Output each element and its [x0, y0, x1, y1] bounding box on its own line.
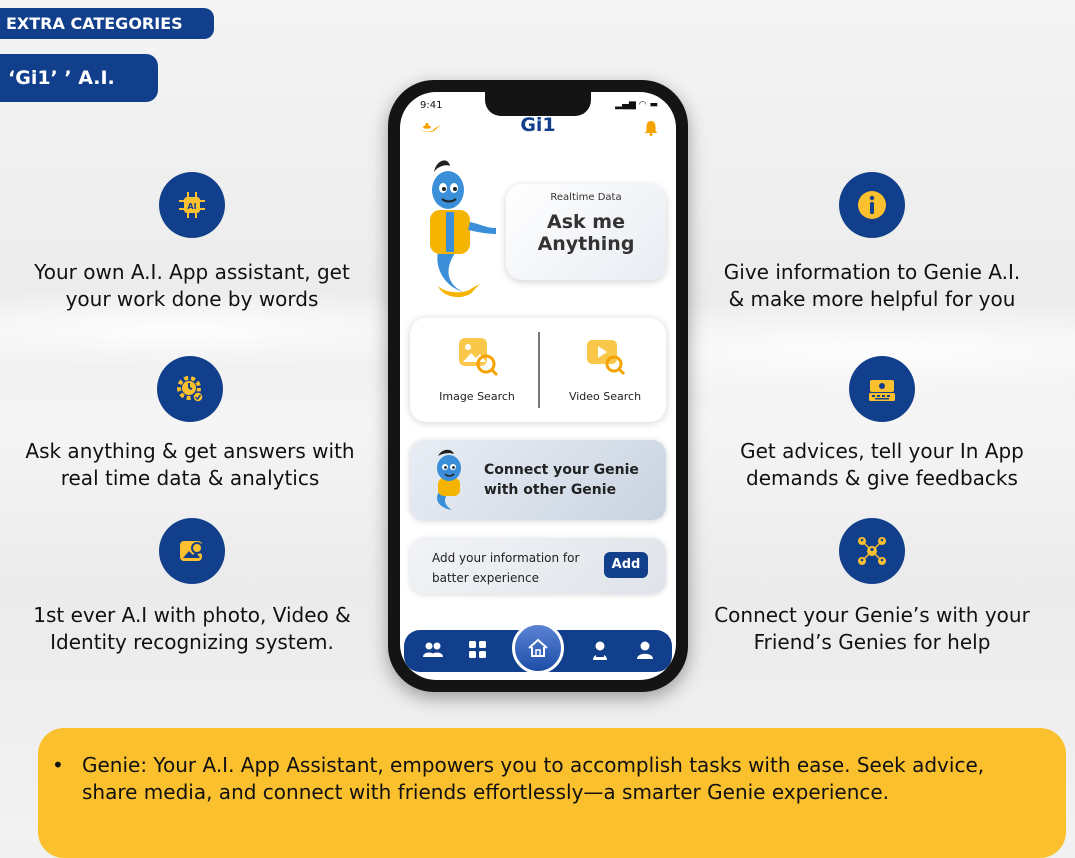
- grid-icon[interactable]: [468, 640, 488, 664]
- ask-card-line2: Anything: [537, 233, 635, 255]
- genie-nav-icon[interactable]: [590, 640, 610, 666]
- page-title: ‘Gi1’ ’ A.I.: [0, 54, 158, 102]
- search-card: Image Search Video Search: [410, 318, 666, 422]
- add-info-text: Add your information for batter experien…: [432, 548, 579, 588]
- phone-screen: 9:41 ▂▄▆ ◠ ▬ Gi1 Realtime Data Ask me An…: [400, 92, 676, 680]
- feature-text: Ask anything & get answers with real tim…: [25, 439, 355, 490]
- genie-mascot-image: [408, 154, 508, 308]
- feature-ai-assistant: AI Your own A.I. App assistant, get your…: [26, 172, 358, 313]
- search-divider: [538, 332, 540, 408]
- status-time: 9:41: [420, 100, 443, 111]
- phone-notch: [485, 92, 591, 116]
- feature-text: Get advices, tell your In App demands & …: [740, 439, 1024, 490]
- connect-genie-card[interactable]: Connect your Genie with other Genie: [410, 440, 666, 520]
- image-search-icon: [459, 338, 499, 377]
- app-title: Gi1: [520, 114, 556, 136]
- add-line1: Add your information for: [432, 551, 580, 565]
- bell-icon[interactable]: [644, 120, 658, 140]
- image-search-button[interactable]: Image Search: [422, 332, 532, 403]
- feature-give-info: Give information to Genie A.I. & make mo…: [714, 172, 1030, 313]
- phone-mockup: 9:41 ▂▄▆ ◠ ▬ Gi1 Realtime Data Ask me An…: [388, 80, 688, 692]
- summary-note: • Genie: Your A.I. App Assistant, empowe…: [38, 728, 1066, 858]
- category-ribbon: EXTRA CATEGORIES: [0, 8, 214, 39]
- home-icon: [528, 638, 548, 657]
- ask-card-subtitle: Realtime Data: [550, 192, 622, 203]
- gear-clock-icon: [157, 356, 223, 422]
- add-button[interactable]: Add: [604, 552, 648, 578]
- ai-chip-icon: AI: [159, 172, 225, 238]
- feature-feedback: Get advices, tell your In App demands & …: [720, 356, 1044, 492]
- add-line2: batter experience: [432, 571, 540, 585]
- feature-text: Give information to Genie A.I. & make mo…: [723, 260, 1021, 311]
- info-icon: [839, 172, 905, 238]
- connect-line2: with other Genie: [484, 482, 617, 498]
- feature-recognition: 1st ever A.I with photo, Video & Identit…: [28, 518, 356, 656]
- feature-text: 1st ever A.I with photo, Video & Identit…: [33, 603, 351, 654]
- connect-line1: Connect your Genie: [484, 462, 639, 478]
- connect-genie-text: Connect your Genie with other Genie: [484, 460, 639, 500]
- ask-card-line1: Ask me: [547, 211, 625, 233]
- feature-text: Your own A.I. App assistant, get your wo…: [34, 260, 350, 311]
- network-people-icon: [839, 518, 905, 584]
- feedback-keyboard-icon: [849, 356, 915, 422]
- feature-text: Connect your Genie’s with your Friend’s …: [714, 603, 1030, 654]
- image-search-icon: [159, 518, 225, 584]
- people-icon[interactable]: [422, 640, 444, 664]
- bullet-marker: •: [52, 753, 64, 777]
- profile-icon[interactable]: [636, 640, 654, 664]
- video-search-label: Video Search: [568, 390, 642, 403]
- feature-connect-genies: Connect your Genie’s with your Friend’s …: [706, 518, 1038, 656]
- ask-anything-card[interactable]: Realtime Data Ask me Anything: [506, 184, 666, 280]
- svg-text:AI: AI: [187, 202, 196, 211]
- status-icons: ▂▄▆ ◠ ▬: [615, 100, 658, 110]
- feature-ask-anything: Ask anything & get answers with real tim…: [14, 356, 366, 492]
- home-button[interactable]: [512, 622, 564, 674]
- image-search-label: Image Search: [439, 390, 515, 403]
- bottom-nav: [404, 622, 672, 674]
- genie-avatar-icon: [437, 449, 461, 510]
- video-search-button[interactable]: Video Search: [550, 332, 660, 403]
- add-info-card: Add your information for batter experien…: [410, 538, 666, 594]
- video-search-icon: [587, 340, 626, 376]
- summary-text: Genie: Your A.I. App Assistant, empowers…: [82, 753, 985, 804]
